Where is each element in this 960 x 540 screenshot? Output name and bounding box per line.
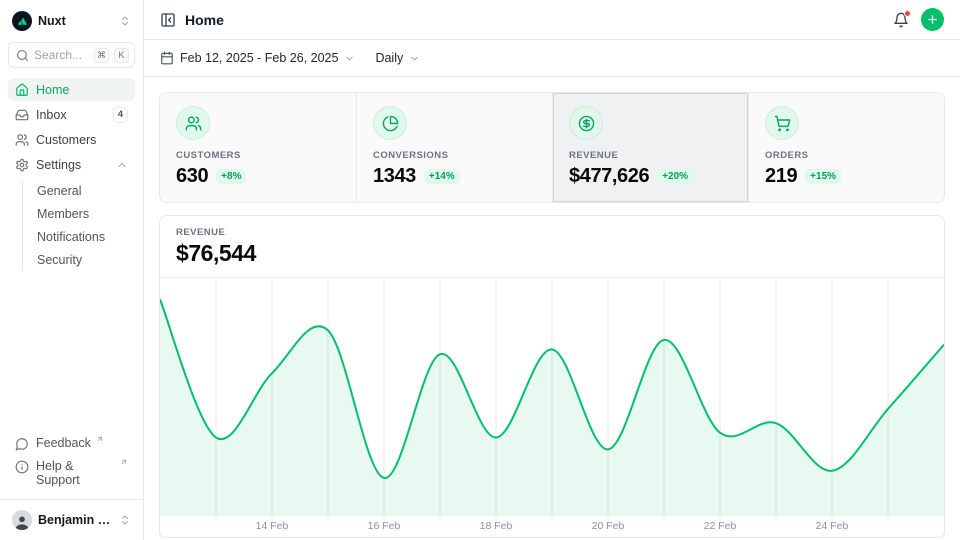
search-input[interactable]: Search... ⌘ K xyxy=(8,42,135,68)
inbox-count-badge: 4 xyxy=(113,107,128,123)
stat-label: REVENUE xyxy=(569,150,732,161)
message-circle-icon xyxy=(15,437,29,451)
chart-value: $76,544 xyxy=(176,240,928,267)
add-button[interactable] xyxy=(921,8,944,31)
kbd-k: K xyxy=(114,48,129,63)
area-chart-svg xyxy=(160,278,944,516)
external-link-icon xyxy=(120,458,128,466)
settings-submenu: General Members Notifications Security xyxy=(22,180,135,271)
users-icon xyxy=(176,106,210,140)
sidebar-item-label: Inbox xyxy=(36,108,67,122)
x-axis: 14 Feb 16 Feb 18 Feb 20 Feb 22 Feb 24 Feb xyxy=(160,516,944,537)
sidebar-item-label: Settings xyxy=(36,158,81,172)
search-icon xyxy=(16,49,29,62)
stat-value: 219 xyxy=(765,165,797,188)
top-header: Home xyxy=(144,0,960,40)
stats-row: CUSTOMERS 630 +8% CONVERSIONS 1343 +14% xyxy=(159,92,945,203)
x-axis-label: 22 Feb xyxy=(704,520,737,532)
pie-chart-icon xyxy=(373,106,407,140)
circle-dollar-icon xyxy=(569,106,603,140)
sidebar-item-general[interactable]: General xyxy=(23,180,135,202)
avatar xyxy=(12,510,32,530)
sidebar-item-customers[interactable]: Customers xyxy=(8,128,135,151)
revenue-chart-card: REVENUE $76,544 14 Feb 16 Feb 18 Feb 20 Feb… xyxy=(159,215,945,538)
workspace-switcher[interactable]: Nuxt xyxy=(8,8,135,34)
sidebar: Nuxt Search... ⌘ K Home xyxy=(0,0,144,540)
x-axis-label: 20 Feb xyxy=(592,520,625,532)
chevron-down-icon xyxy=(409,53,420,64)
revenue-chart xyxy=(160,278,944,516)
chevron-up-icon xyxy=(116,159,128,171)
sidebar-nav: Home Inbox 4 Customers Settings xyxy=(8,78,135,273)
x-axis-label: 18 Feb xyxy=(480,520,513,532)
search-placeholder: Search... xyxy=(34,48,89,62)
filter-toolbar: Feb 12, 2025 - Feb 26, 2025 Daily xyxy=(144,40,960,77)
kbd-cmd: ⌘ xyxy=(94,48,109,63)
app-root: Nuxt Search... ⌘ K Home xyxy=(0,0,960,540)
x-axis-label: 16 Feb xyxy=(368,520,401,532)
page-content: CUSTOMERS 630 +8% CONVERSIONS 1343 +14% xyxy=(144,77,960,540)
sidebar-item-home[interactable]: Home xyxy=(8,78,135,101)
chart-label: REVENUE xyxy=(176,227,928,238)
date-range-label: Feb 12, 2025 - Feb 26, 2025 xyxy=(180,51,338,65)
notifications-button[interactable] xyxy=(893,12,909,28)
sidebar-item-notifications[interactable]: Notifications xyxy=(23,226,135,248)
external-link-icon xyxy=(96,435,104,443)
stat-value: 630 xyxy=(176,165,208,188)
stat-delta-badge: +8% xyxy=(216,169,246,184)
users-icon xyxy=(15,133,29,147)
page-title: Home xyxy=(185,12,224,28)
info-circle-icon xyxy=(15,460,29,474)
stat-card-customers[interactable]: CUSTOMERS 630 +8% xyxy=(160,93,356,202)
interval-select[interactable]: Daily xyxy=(375,51,420,65)
sidebar-item-label: Feedback xyxy=(36,436,91,450)
stat-label: CONVERSIONS xyxy=(373,150,536,161)
stat-label: ORDERS xyxy=(765,150,928,161)
user-menu[interactable]: Benjamin Canac xyxy=(8,500,135,532)
stat-delta-badge: +20% xyxy=(657,169,693,184)
chart-header: REVENUE $76,544 xyxy=(160,216,944,278)
interval-label: Daily xyxy=(375,51,403,65)
date-range-picker[interactable]: Feb 12, 2025 - Feb 26, 2025 xyxy=(160,51,355,65)
x-axis-label: 24 Feb xyxy=(816,520,849,532)
stat-delta-badge: +15% xyxy=(805,169,841,184)
stat-card-orders[interactable]: ORDERS 219 +15% xyxy=(748,93,944,202)
chevrons-up-down-icon xyxy=(119,15,131,27)
sidebar-item-label: Help & Support xyxy=(36,459,115,487)
stat-delta-badge: +14% xyxy=(424,169,460,184)
main-area: Home Feb 12, 2025 - Feb 26, 2025 xyxy=(144,0,960,540)
workspace-name: Nuxt xyxy=(38,14,66,28)
stat-card-revenue[interactable]: REVENUE $477,626 +20% xyxy=(552,93,748,202)
stat-label: CUSTOMERS xyxy=(176,150,340,161)
sidebar-item-label: Customers xyxy=(36,133,96,147)
sidebar-item-security[interactable]: Security xyxy=(23,249,135,271)
sidebar-collapse-button[interactable] xyxy=(160,12,176,28)
sidebar-item-help-support[interactable]: Help & Support xyxy=(8,455,135,491)
chevron-down-icon xyxy=(344,53,355,64)
stat-value: $477,626 xyxy=(569,165,649,188)
stat-value: 1343 xyxy=(373,165,416,188)
calendar-icon xyxy=(160,51,174,65)
chevrons-up-down-icon xyxy=(119,514,131,526)
topbar-actions xyxy=(893,8,944,31)
notification-dot xyxy=(904,10,911,17)
nuxt-logo-icon xyxy=(12,11,32,31)
stat-card-conversions[interactable]: CONVERSIONS 1343 +14% xyxy=(356,93,552,202)
home-icon xyxy=(15,83,29,97)
gear-icon xyxy=(15,158,29,172)
inbox-icon xyxy=(15,108,29,122)
sidebar-item-settings[interactable]: Settings xyxy=(8,153,135,176)
x-axis-label: 14 Feb xyxy=(256,520,289,532)
user-name: Benjamin Canac xyxy=(38,513,113,527)
sidebar-item-members[interactable]: Members xyxy=(23,203,135,225)
sidebar-spacer xyxy=(8,273,135,432)
sidebar-item-inbox[interactable]: Inbox 4 xyxy=(8,103,135,126)
sidebar-item-label: Home xyxy=(36,83,69,97)
sidebar-item-feedback[interactable]: Feedback xyxy=(8,432,135,455)
shopping-cart-icon xyxy=(765,106,799,140)
